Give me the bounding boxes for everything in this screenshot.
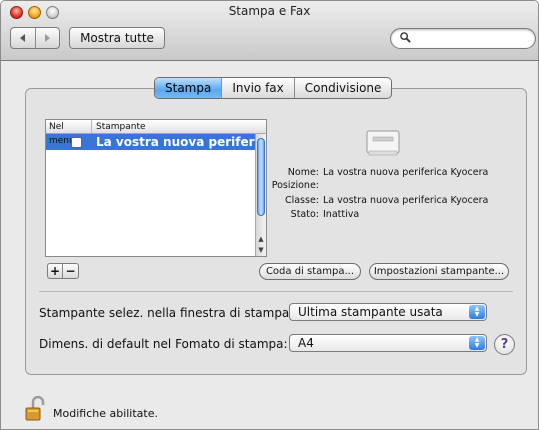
add-remove-control: + −: [47, 263, 79, 279]
separator: [39, 291, 513, 292]
tab-condivisione[interactable]: Condivisione: [293, 78, 392, 98]
help-button[interactable]: ?: [494, 334, 515, 355]
column-header-in-menu[interactable]: Nel menu: [46, 120, 92, 146]
tab-bar: Stampa Invio fax Condivisione: [154, 77, 393, 99]
paper-size-popup[interactable]: A4 ▲ ▼: [289, 334, 487, 352]
info-status-row: Stato: Inattiva: [267, 209, 506, 220]
column-header-printer[interactable]: Stampante: [92, 120, 266, 133]
printer-icon: [366, 130, 400, 156]
window-title: Stampa e Fax: [228, 4, 311, 18]
class-value: La vostra nuova periferica Kyocera: [323, 195, 489, 206]
position-label: Posizione:: [271, 180, 319, 191]
tab-stampa[interactable]: Stampa: [155, 78, 222, 98]
status-value: Inattiva: [323, 209, 360, 220]
paper-size-label: Dimens. di default nel Fomato di stampa:: [39, 337, 288, 351]
search-field[interactable]: [390, 28, 536, 49]
printer-list: Nel menu Stampante La vostra nuova perif…: [45, 119, 267, 257]
class-label: Classe:: [284, 195, 319, 206]
title-toolbar: Stampa e Fax Mostra tutte: [1, 1, 538, 61]
back-forward-control: [10, 27, 60, 49]
printer-settings-button[interactable]: Impostazioni stampante...: [369, 263, 509, 280]
scrollbar-thumb[interactable]: [257, 138, 265, 216]
selected-printer-label: Stampante selez. nella finestra di stamp…: [39, 306, 294, 320]
search-icon: [400, 32, 411, 43]
selected-printer-popup[interactable]: Ultima stampante usata ▲ ▼: [289, 303, 487, 321]
left-arrow-icon: [19, 34, 25, 42]
lock-area: Modifiche abilitate.: [25, 396, 158, 422]
scroll-up-arrow-icon[interactable]: ▲: [256, 234, 266, 244]
name-value: La vostra nuova periferica Kyocera: [323, 167, 489, 178]
preferences-window: Stampa e Fax Mostra tutte Stampa Invio f…: [0, 0, 539, 430]
lock-status-text: Modifiche abilitate.: [53, 406, 158, 420]
scroll-down-arrow-icon[interactable]: ▼: [256, 245, 266, 255]
print-queue-button[interactable]: Coda di stampa...: [259, 263, 361, 280]
info-name-row: Nome: La vostra nuova periferica Kyocera: [267, 167, 506, 178]
selected-printer-value: Ultima stampante usata: [298, 305, 443, 319]
name-label: Nome:: [287, 167, 319, 178]
back-button[interactable]: [11, 28, 36, 48]
paper-size-value: A4: [298, 336, 314, 350]
list-header: Nel menu Stampante: [46, 120, 266, 146]
in-menu-checkbox[interactable]: [71, 136, 82, 148]
popup-arrows-icon: ▲ ▼: [469, 336, 485, 350]
popup-arrows-icon: ▲ ▼: [469, 305, 485, 319]
tab-invio-fax[interactable]: Invio fax: [221, 78, 293, 98]
list-scrollbar[interactable]: ▲ ▼: [255, 134, 266, 256]
position-value: [323, 180, 506, 191]
add-printer-button[interactable]: +: [48, 264, 63, 278]
info-position-row: Posizione:: [267, 180, 506, 191]
remove-printer-button[interactable]: −: [63, 264, 78, 278]
info-class-row: Classe: La vostra nuova periferica Kyoce…: [267, 195, 506, 206]
unlocked-padlock-icon[interactable]: [25, 396, 47, 422]
show-all-button[interactable]: Mostra tutte: [69, 27, 165, 49]
forward-button[interactable]: [36, 28, 60, 48]
printer-name: La vostra nuova periferica Kyocera: [96, 135, 256, 149]
printer-info: Nome: La vostra nuova periferica Kyocera…: [267, 119, 506, 257]
status-label: Stato:: [290, 209, 319, 220]
right-arrow-icon: [45, 34, 51, 42]
printer-row[interactable]: La vostra nuova periferica Kyocera: [46, 134, 256, 150]
